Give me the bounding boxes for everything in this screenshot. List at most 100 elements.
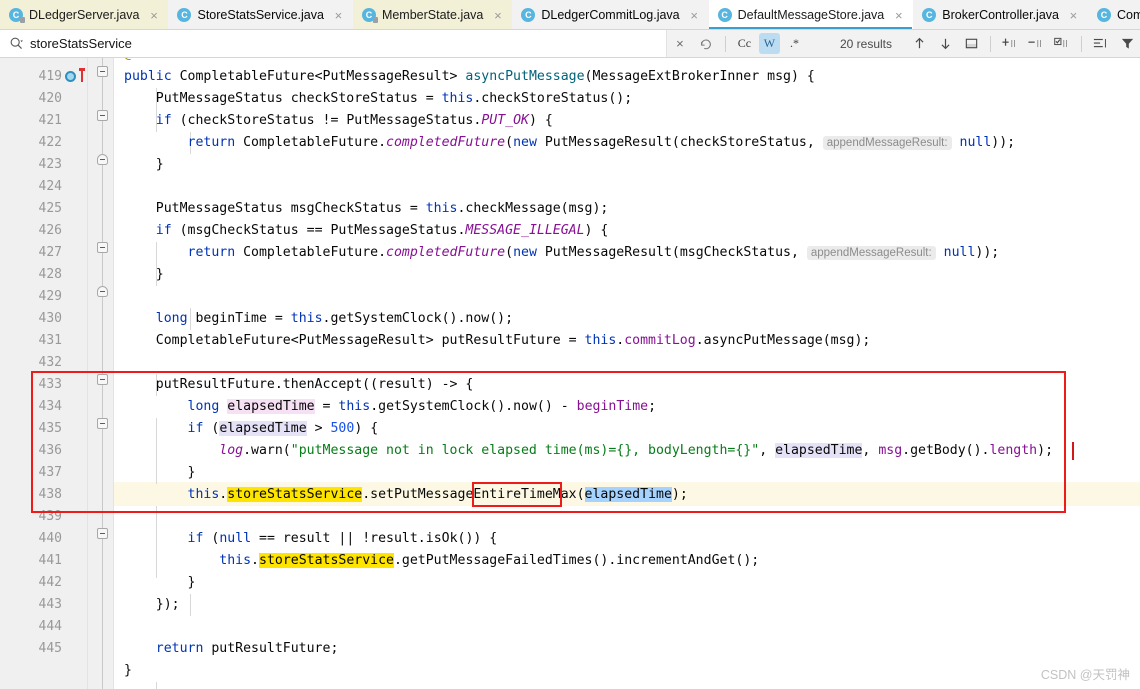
fold-toggle-icon[interactable]: [97, 154, 108, 165]
code-line[interactable]: [114, 616, 1140, 638]
code-line[interactable]: }: [114, 154, 1140, 176]
editor-tab-storestatsservice[interactable]: C StoreStatsService.java ×: [168, 0, 353, 29]
line-number: 429: [38, 289, 62, 304]
code-line[interactable]: }: [114, 264, 1140, 286]
line-number: 444: [38, 619, 62, 634]
code-content[interactable]: @Override public CompletableFuture<PutMe…: [114, 58, 1140, 689]
fold-toggle-icon[interactable]: [97, 286, 108, 297]
java-class-icon: C: [177, 8, 192, 22]
code-line[interactable]: if (checkStoreStatus != PutMessageStatus…: [114, 110, 1140, 132]
code-line[interactable]: return CompletableFuture.completedFuture…: [114, 242, 1140, 264]
code-line[interactable]: PutMessageStatus msgCheckStatus = this.c…: [114, 198, 1140, 220]
line-number: 438: [38, 487, 62, 502]
editor-tab-defaultmessagestore[interactable]: C DefaultMessageStore.java ×: [708, 0, 914, 29]
java-class-icon: C: [922, 8, 937, 22]
code-line[interactable]: this.storeStatsService.getPutMessageFail…: [114, 550, 1140, 572]
editor-tab-memberstate[interactable]: C MemberState.java ×: [352, 0, 513, 29]
remove-selection-icon[interactable]: [1024, 32, 1048, 56]
parameter-hint: appendMessageResult:: [822, 136, 952, 150]
select-all-occurrences-icon[interactable]: [1050, 32, 1074, 56]
close-icon[interactable]: ×: [148, 9, 159, 22]
code-line[interactable]: [114, 176, 1140, 198]
close-icon[interactable]: ×: [492, 9, 503, 22]
filter-icon[interactable]: [1115, 32, 1139, 56]
identifier-highlight: elapsedTime: [775, 443, 863, 458]
find-controls: × Cc W .* 20 results: [667, 30, 1140, 58]
fold-toggle-icon[interactable]: [97, 528, 108, 539]
line-number: 425: [38, 201, 62, 216]
code-line[interactable]: }: [114, 572, 1140, 594]
java-class-icon: C: [717, 8, 732, 22]
code-line[interactable]: CompletableFuture<PutMessageResult> putR…: [114, 330, 1140, 352]
code-line[interactable]: });: [114, 594, 1140, 616]
line-number: 435: [38, 421, 62, 436]
fold-toggle-icon[interactable]: [97, 242, 108, 253]
tab-label: DefaultMessageStore.java: [737, 8, 885, 22]
regex-toggle[interactable]: .*: [784, 33, 805, 54]
close-icon[interactable]: ×: [333, 9, 344, 22]
editor-tab-dledgercommitlog[interactable]: C DLedgerCommitLog.java ×: [512, 0, 709, 29]
line-number: 419: [38, 69, 62, 84]
close-icon[interactable]: ×: [893, 9, 904, 22]
code-line[interactable]: long elapsedTime = this.getSystemClock()…: [114, 396, 1140, 418]
code-line[interactable]: log.warn("putMessage not in lock elapsed…: [114, 440, 1140, 462]
arrow-up-icon[interactable]: [907, 32, 931, 56]
code-line[interactable]: return putResultFuture;: [114, 638, 1140, 660]
code-line[interactable]: return CompletableFuture.completedFuture…: [114, 132, 1140, 154]
code-line[interactable]: public CompletableFuture<PutMessageResul…: [114, 66, 1140, 88]
match-case-toggle[interactable]: Cc: [734, 33, 755, 54]
ide-window: C DLedgerServer.java × C StoreStatsServi…: [0, 0, 1140, 689]
tab-label: MemberState.java: [381, 8, 484, 22]
code-line[interactable]: [114, 506, 1140, 528]
search-field-wrapper[interactable]: storeStatsService: [0, 30, 667, 57]
editor-tab-commitlog[interactable]: C CommitL: [1087, 0, 1140, 29]
line-number: 426: [38, 223, 62, 238]
close-icon[interactable]: ×: [689, 9, 700, 22]
breakpoint-run-icon[interactable]: [65, 71, 76, 82]
identifier-highlight: elapsedTime: [219, 421, 307, 436]
add-selection-icon[interactable]: [998, 32, 1022, 56]
tab-label: BrokerController.java: [942, 8, 1059, 22]
text-caret: [1072, 442, 1074, 460]
code-line[interactable]: [114, 352, 1140, 374]
line-number: 434: [38, 399, 62, 414]
code-line[interactable]: if (elapsedTime > 500) {: [114, 418, 1140, 440]
line-number: 442: [38, 575, 62, 590]
search-input[interactable]: storeStatsService: [30, 36, 132, 51]
code-token-annotation: @Override: [124, 58, 195, 62]
in-selection-icon[interactable]: [1089, 32, 1113, 56]
reset-icon[interactable]: [694, 32, 718, 56]
search-match-highlight: storeStatsService: [259, 553, 394, 568]
fold-toggle-icon[interactable]: [97, 110, 108, 121]
code-line[interactable]: PutMessageStatus checkStoreStatus = this…: [114, 88, 1140, 110]
line-number: 443: [38, 597, 62, 612]
find-toolbar: storeStatsService × Cc W .* 20 results: [0, 30, 1140, 58]
results-count: 20 results: [839, 36, 892, 51]
words-toggle[interactable]: W: [758, 33, 780, 54]
editor-tab-brokercontroller[interactable]: C BrokerController.java ×: [913, 0, 1088, 29]
open-in-window-icon[interactable]: [959, 32, 983, 56]
divider: [724, 35, 726, 52]
code-line[interactable]: if (msgCheckStatus == PutMessageStatus.M…: [114, 220, 1140, 242]
identifier-highlight: elapsedTime: [227, 399, 315, 414]
code-editor[interactable]: 419 420 421 422 423 424 425 426 427 428 …: [0, 58, 1140, 689]
java-class-icon: C: [1096, 8, 1111, 22]
fold-toggle-icon[interactable]: [97, 374, 108, 385]
close-icon[interactable]: ×: [668, 32, 692, 56]
code-line[interactable]: putResultFuture.thenAccept((result) -> {: [114, 374, 1140, 396]
code-line[interactable]: long beginTime = this.getSystemClock().n…: [114, 308, 1140, 330]
fold-toggle-icon[interactable]: [97, 66, 108, 77]
line-number: 430: [38, 311, 62, 326]
code-line[interactable]: }: [114, 462, 1140, 484]
code-line[interactable]: }: [114, 660, 1140, 682]
tab-label: CommitL: [1116, 8, 1140, 22]
close-icon[interactable]: ×: [1068, 9, 1079, 22]
code-line[interactable]: if (null == result || !result.isOk()) {: [114, 528, 1140, 550]
code-line-current[interactable]: this.storeStatsService.setPutMessageEnti…: [114, 484, 1140, 506]
code-line[interactable]: [114, 286, 1140, 308]
code-folding-strip[interactable]: [88, 58, 114, 689]
fold-toggle-icon[interactable]: [97, 418, 108, 429]
selected-identifier: elapsedTime: [584, 487, 672, 502]
editor-tab-dledgerserver[interactable]: C DLedgerServer.java ×: [0, 0, 169, 29]
arrow-down-icon[interactable]: [933, 32, 957, 56]
